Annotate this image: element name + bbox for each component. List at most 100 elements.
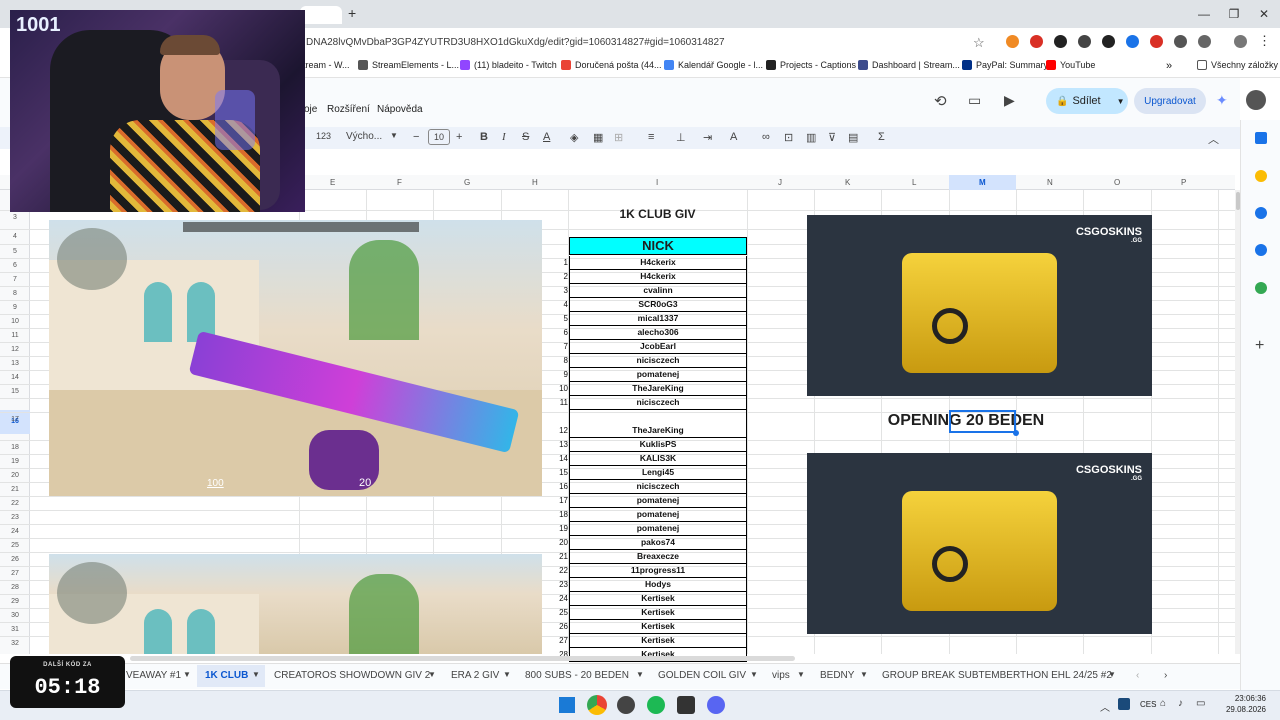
- list-item[interactable]: nicisczech: [569, 396, 747, 410]
- obs-icon[interactable]: [617, 696, 635, 714]
- column-label[interactable]: O: [1114, 178, 1120, 187]
- sheet-tab[interactable]: GOLDEN COIL GIV: [658, 670, 746, 681]
- column-label[interactable]: N: [1047, 178, 1053, 187]
- sheet-tab[interactable]: 800 SUBS - 20 BEDEN: [525, 670, 629, 681]
- font-select[interactable]: Výcho...: [346, 131, 382, 142]
- keep-icon[interactable]: [1255, 170, 1267, 182]
- merge-icon[interactable]: ⊞: [614, 131, 623, 144]
- row-label[interactable]: 7: [0, 276, 30, 283]
- extension-icon[interactable]: [1030, 35, 1043, 48]
- column-label[interactable]: L: [912, 178, 916, 187]
- functions-icon[interactable]: Σ: [878, 131, 885, 143]
- list-item[interactable]: pomatenej: [569, 522, 747, 536]
- selected-cell[interactable]: [949, 410, 1016, 433]
- valign-icon[interactable]: ⊥: [676, 131, 686, 144]
- align-icon[interactable]: ≡: [648, 131, 654, 143]
- steam-icon[interactable]: [1118, 698, 1130, 710]
- filter-icon[interactable]: ⊽: [828, 131, 836, 144]
- row-label[interactable]: 6: [0, 262, 30, 269]
- network-icon[interactable]: ⌂: [1160, 698, 1166, 709]
- volume-icon[interactable]: ♪: [1178, 698, 1183, 709]
- row-label[interactable]: 18: [0, 444, 30, 451]
- chart-icon[interactable]: ▥: [806, 131, 816, 144]
- chevron-down-icon[interactable]: ▼: [860, 670, 868, 679]
- chrome-icon[interactable]: [587, 695, 607, 715]
- sheet-tab[interactable]: BEDNY: [820, 670, 854, 681]
- row-label[interactable]: 30: [0, 612, 30, 619]
- chevron-down-icon[interactable]: ▼: [390, 131, 398, 140]
- list-item[interactable]: KuklisPS: [569, 438, 747, 452]
- row-label[interactable]: 15: [0, 388, 30, 395]
- extension-icon[interactable]: [1006, 35, 1019, 48]
- row-label[interactable]: 26: [0, 556, 30, 563]
- tabs-next-icon[interactable]: ›: [1164, 670, 1167, 681]
- bookmark-star-icon[interactable]: ☆: [973, 35, 985, 51]
- chevron-down-icon[interactable]: ▼: [1117, 97, 1125, 106]
- row-label[interactable]: 22: [0, 500, 30, 507]
- bookmark-item[interactable]: StreamElements - L...: [358, 60, 459, 70]
- sheet-tab-active[interactable]: 1K CLUB: [205, 670, 248, 681]
- extension-icon[interactable]: [1126, 35, 1139, 48]
- row-label[interactable]: 27: [0, 570, 30, 577]
- history-icon[interactable]: ⟲: [934, 92, 947, 110]
- row-label[interactable]: 9: [0, 304, 30, 311]
- browser-tab[interactable]: [300, 6, 342, 24]
- bookmark-item[interactable]: Doručená pošta (44...: [561, 60, 662, 70]
- row-label[interactable]: 19: [0, 458, 30, 465]
- wrap-icon[interactable]: ⇥: [703, 131, 712, 144]
- add-addon-icon[interactable]: +: [1255, 337, 1264, 355]
- list-item[interactable]: pomatenej: [569, 508, 747, 522]
- list-item[interactable]: 11progress11: [569, 564, 747, 578]
- row-label[interactable]: 8: [0, 290, 30, 297]
- tray-chevron-icon[interactable]: ︿: [1100, 699, 1110, 714]
- link-icon[interactable]: ∞: [762, 131, 770, 143]
- list-item[interactable]: mical1337: [569, 312, 747, 326]
- upgrade-button[interactable]: Upgradovat: [1134, 88, 1206, 114]
- borders-icon[interactable]: ▦: [593, 131, 603, 144]
- sheet-tab[interactable]: GROUP BREAK SUBTEMBERTHON EHL 24/25 #2: [882, 670, 1112, 681]
- list-item[interactable]: TheJareKing: [569, 410, 747, 438]
- bookmark-item[interactable]: YouTube: [1046, 60, 1095, 70]
- row-label[interactable]: 32: [0, 640, 30, 647]
- column-label[interactable]: K: [845, 178, 850, 187]
- list-item[interactable]: KALIS3K: [569, 452, 747, 466]
- maps-icon[interactable]: [1255, 282, 1267, 294]
- minimize-icon[interactable]: —: [1196, 6, 1212, 22]
- contacts-icon[interactable]: [1255, 244, 1267, 256]
- extension-icon[interactable]: [1078, 35, 1091, 48]
- tabs-prev-icon[interactable]: ‹: [1136, 670, 1139, 681]
- row-label[interactable]: 14: [0, 374, 30, 381]
- profile-avatar-icon[interactable]: [1234, 35, 1247, 48]
- chevron-down-icon[interactable]: ▼: [797, 670, 805, 679]
- clock-date[interactable]: 29.08.2026: [1218, 705, 1266, 714]
- url-text[interactable]: DNA28lvQMvDbaP3GP4ZYUTRD3U8HXO1dGkuXdg/e…: [306, 37, 725, 48]
- chevron-down-icon[interactable]: ▼: [503, 670, 511, 679]
- column-label[interactable]: F: [397, 178, 402, 187]
- start-icon[interactable]: [559, 697, 575, 713]
- increase-font-icon[interactable]: +: [456, 131, 462, 143]
- chevron-down-icon[interactable]: ▼: [750, 670, 758, 679]
- column-label[interactable]: H: [532, 178, 538, 187]
- bold-icon[interactable]: B: [480, 131, 488, 143]
- chevron-down-icon[interactable]: ▼: [428, 670, 436, 679]
- chevron-down-icon[interactable]: ▼: [183, 670, 191, 679]
- extensions-puzzle-icon[interactable]: [1198, 35, 1211, 48]
- bookmarks-overflow-icon[interactable]: »: [1166, 60, 1172, 72]
- app-icon[interactable]: [677, 696, 695, 714]
- list-item[interactable]: H4ckerix: [569, 256, 747, 270]
- bookmark-item[interactable]: Projects - Captions: [766, 60, 856, 70]
- bookmark-item[interactable]: tream - W...: [303, 60, 350, 70]
- new-tab-icon[interactable]: +: [348, 5, 356, 21]
- close-icon[interactable]: ✕: [1256, 6, 1272, 22]
- italic-icon[interactable]: I: [502, 131, 506, 143]
- list-item[interactable]: pakos74: [569, 536, 747, 550]
- menu-item[interactable]: oje: [304, 104, 317, 115]
- row-label[interactable]: 29: [0, 598, 30, 605]
- column-label-selected[interactable]: M: [979, 178, 986, 187]
- column-label[interactable]: J: [778, 178, 782, 187]
- menu-help[interactable]: Nápověda: [377, 104, 423, 115]
- calendar-icon[interactable]: [1255, 132, 1267, 144]
- maximize-icon[interactable]: ❐: [1226, 6, 1242, 22]
- column-label[interactable]: I: [656, 178, 658, 187]
- list-item[interactable]: Kertisek: [569, 634, 747, 648]
